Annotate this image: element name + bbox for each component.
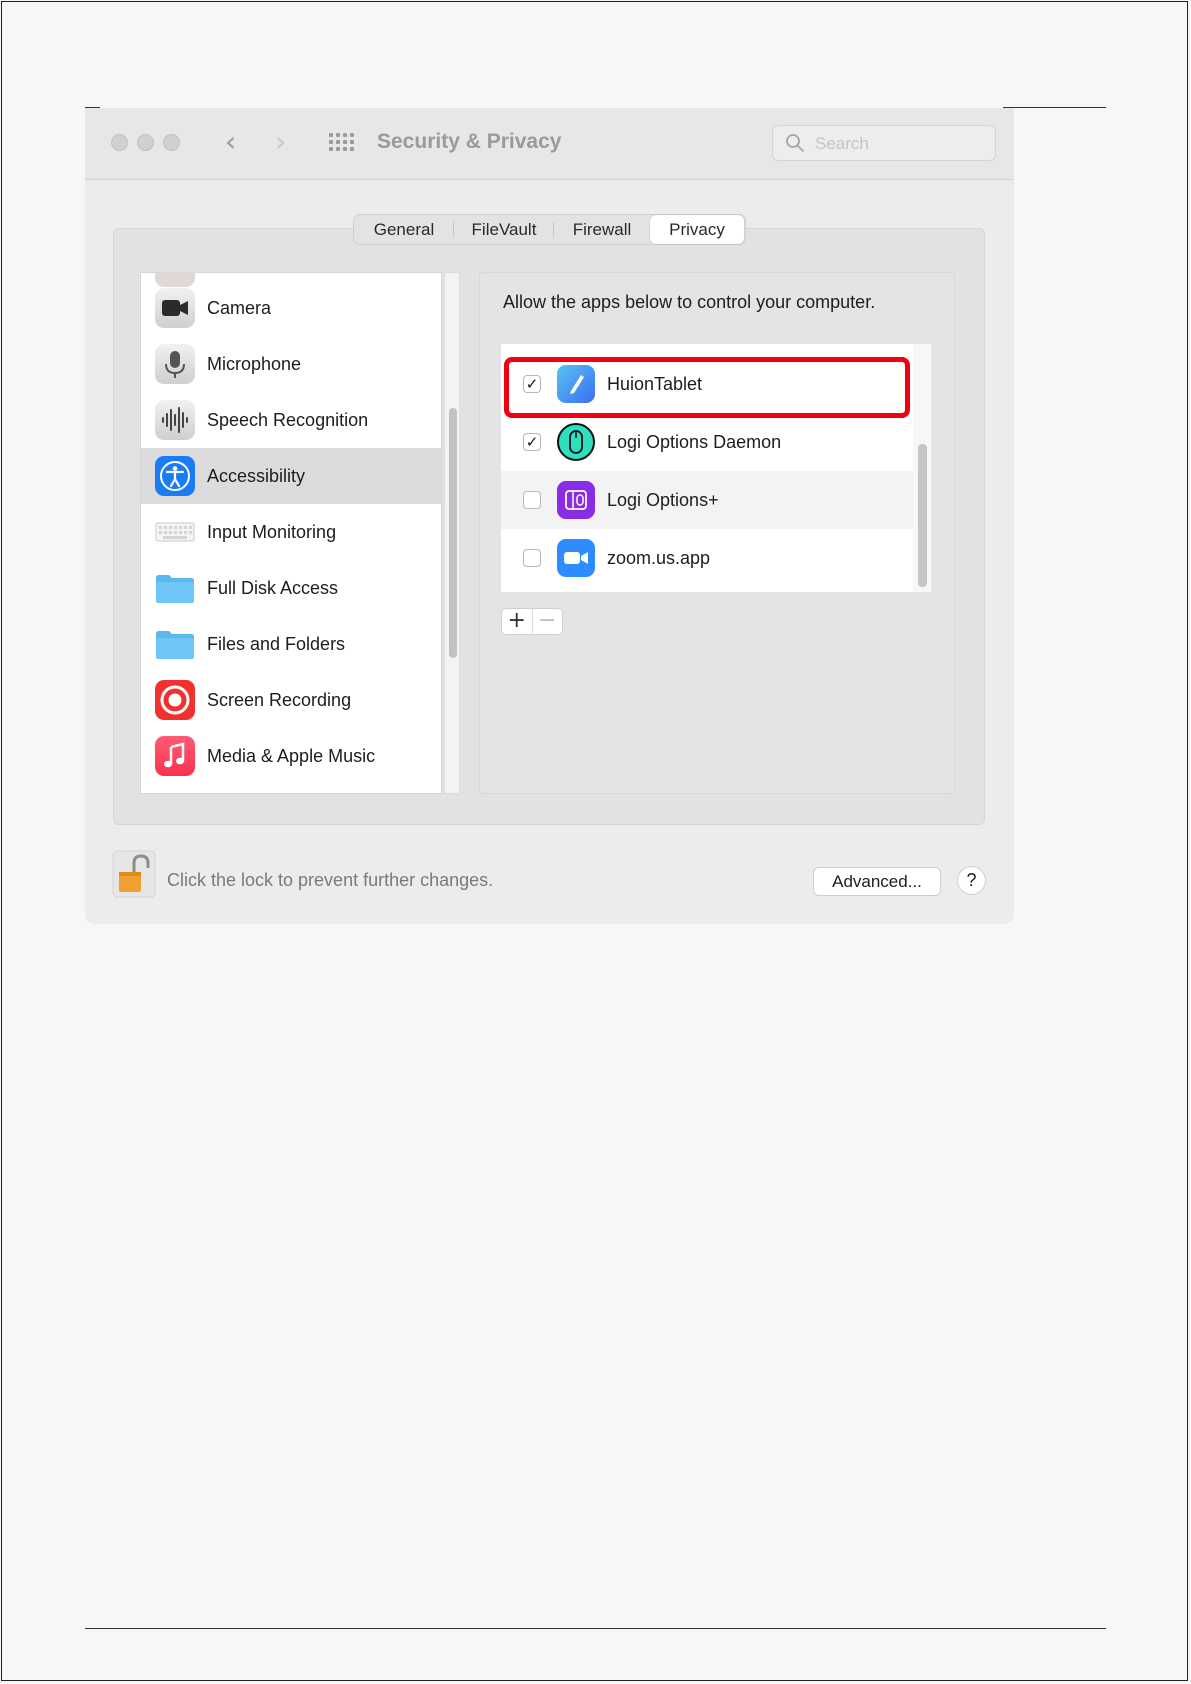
tab-general[interactable]: General [354,215,454,244]
sidebar-item-accessibility[interactable]: Accessibility [141,448,441,504]
sidebar-item-full-disk-access[interactable]: Full Disk Access [141,560,441,616]
app-label: HuionTablet [607,373,703,394]
sidebar-item-label: Microphone [207,353,302,374]
sidebar-item-label: Speech Recognition [207,409,369,430]
search-icon [786,134,804,152]
keyboard-icon [155,512,195,552]
app-checkbox[interactable]: ✓ [523,433,541,451]
app-row-zoom[interactable]: zoom.us.app [501,529,913,587]
logi-options-daemon-icon [557,423,595,461]
sidebar-item-input-monitoring[interactable]: Input Monitoring [141,504,441,560]
security-privacy-window: ‹ › Security & Privacy General FileVault… [85,108,1014,924]
microphone-icon [155,344,195,384]
sidebar-item-label: Media & Apple Music [207,745,376,766]
search-input[interactable] [813,131,987,157]
sidebar-item-files-and-folders[interactable]: Files and Folders [141,616,441,672]
tab-firewall[interactable]: Firewall [554,215,650,244]
sidebar-item-speech-recognition[interactable]: Speech Recognition [141,392,441,448]
category-scrollbar-thumb[interactable] [449,408,457,658]
sidebar-item-label: Files and Folders [207,633,346,654]
zoom-window-button[interactable] [163,134,180,151]
sidebar-item-label: Full Disk Access [207,577,339,598]
app-label: zoom.us.app [607,547,711,568]
app-checkbox[interactable]: ✓ [523,375,541,393]
sidebar-item-camera[interactable]: Camera [141,280,441,336]
app-label: Logi Options Daemon [607,431,782,452]
search-field[interactable] [772,125,996,161]
tab-filevault[interactable]: FileVault [454,215,554,244]
tab-bar: General FileVault Firewall Privacy [353,214,746,245]
sidebar-item-label: Screen Recording [207,689,352,710]
camera-icon [155,288,195,328]
app-row-logi-options-daemon[interactable]: ✓ Logi Options Daemon [501,413,913,471]
allow-description: Allow the apps below to control your com… [503,292,876,312]
back-button[interactable]: ‹ [225,128,236,156]
app-list[interactable]: ✓ HuionTablet ✓ Logi Options Daemon Logi… [501,344,913,592]
show-all-grid-icon[interactable] [329,133,355,153]
huion-tablet-icon [557,365,595,403]
sidebar-item-screen-recording[interactable]: Screen Recording [141,672,441,728]
lock-status-text: Click the lock to prevent further change… [167,870,494,890]
app-list-scrollbar-thumb[interactable] [918,444,927,587]
zoom-icon [557,539,595,577]
app-checkbox[interactable] [523,549,541,567]
forward-button[interactable]: › [275,128,286,156]
sidebar-item-label: Camera [207,297,272,318]
advanced-button[interactable]: Advanced... [813,867,941,896]
speech-recognition-icon [155,400,195,440]
screen-recording-icon [155,680,195,720]
sidebar-item-label: Input Monitoring [207,521,337,542]
folder-icon [155,624,195,664]
sidebar-item-media-apple-music[interactable]: Media & Apple Music [141,728,441,784]
add-remove-control: + − [501,608,563,635]
close-window-button[interactable] [111,134,128,151]
privacy-category-list[interactable]: Camera Microphone Speech Recognition Acc… [140,272,442,794]
tab-privacy[interactable]: Privacy [650,215,744,244]
app-label: Logi Options+ [607,489,719,510]
sidebar-item-label: Accessibility [207,465,306,486]
minimize-window-button[interactable] [137,134,154,151]
app-checkbox[interactable] [523,491,541,509]
music-icon [155,736,195,776]
help-button[interactable]: ? [957,866,986,895]
remove-app-button[interactable]: − [531,609,563,634]
accessibility-icon [155,456,195,496]
sidebar-item-microphone[interactable]: Microphone [141,336,441,392]
lock-icon[interactable] [112,850,156,898]
logi-options-plus-icon [557,481,595,519]
footer-rule [85,1628,1106,1629]
folder-icon [155,568,195,608]
add-app-button[interactable]: + [502,609,532,634]
window-title: Security & Privacy [377,130,562,153]
title-bar: ‹ › Security & Privacy [85,108,1014,180]
app-row-huion-tablet[interactable]: ✓ HuionTablet [501,355,913,413]
header-rule [1003,107,1106,108]
app-row-logi-options-plus[interactable]: Logi Options+ [501,471,913,529]
